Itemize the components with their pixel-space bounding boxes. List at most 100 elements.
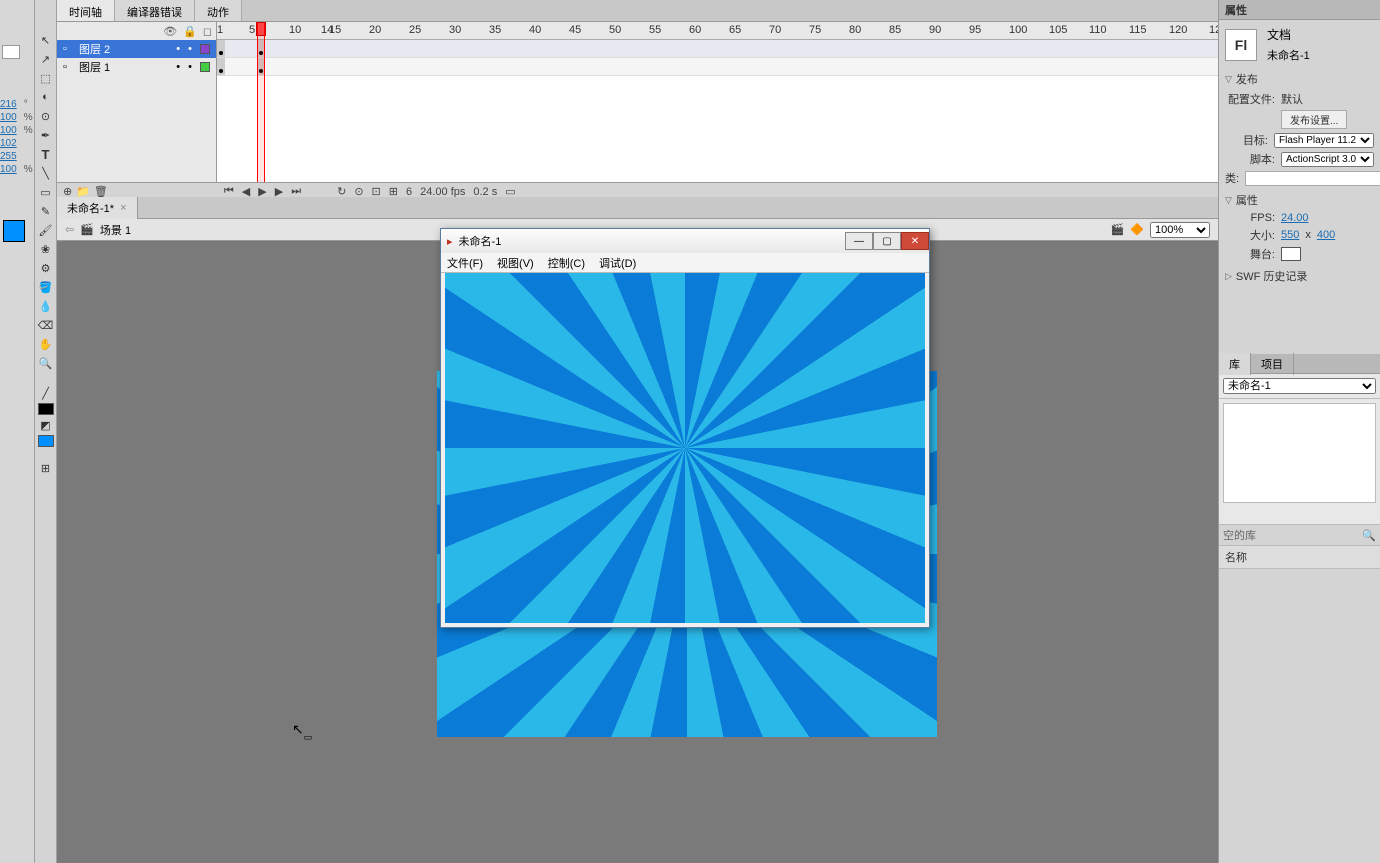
class-input[interactable]	[1245, 171, 1380, 186]
color-readouts: 216 °100 %100 %102 255 100 %	[0, 98, 33, 176]
library-search-row: 空的库 🔍	[1219, 524, 1380, 545]
size-height[interactable]: 400	[1317, 229, 1335, 241]
library-tab[interactable]: 库	[1219, 353, 1251, 375]
target-label: 目标:	[1225, 132, 1268, 148]
preview-menu-item[interactable]: 调试(D)	[599, 255, 636, 271]
scene-icon: 🎬	[80, 223, 94, 236]
back-icon[interactable]: ⇦	[65, 223, 74, 236]
zoom-select[interactable]: 100%	[1150, 222, 1210, 238]
target-select[interactable]: Flash Player 11.2	[1274, 133, 1374, 148]
lock-icon[interactable]: 🔒	[183, 25, 197, 38]
fps-label: FPS:	[1225, 212, 1275, 224]
timeline-tab[interactable]: 编译器错误	[115, 0, 195, 21]
options-icon[interactable]: ⊞	[37, 459, 55, 477]
publish-settings-button[interactable]: 发布设置...	[1281, 110, 1347, 129]
project-tab[interactable]: 项目	[1251, 353, 1294, 375]
right-panels: 属性 Fl 文档 未命名-1 发布 配置文件: 默认 发布设置... 目标: F…	[1218, 0, 1380, 863]
line-tool-icon[interactable]: ╲	[37, 164, 55, 182]
small-dropdown[interactable]	[2, 45, 20, 59]
edit-symbols-icon[interactable]: 🔶	[1130, 223, 1144, 236]
empty-library-label: 空的库	[1223, 527, 1256, 543]
preview-artwork	[445, 273, 925, 623]
script-select[interactable]: ActionScript 3.0	[1281, 152, 1374, 167]
preview-content	[445, 273, 925, 623]
fill-swatch[interactable]	[38, 435, 54, 447]
pencil-tool-icon[interactable]: ✎	[37, 202, 55, 220]
class-label: 类:	[1225, 170, 1239, 186]
size-width[interactable]: 550	[1281, 229, 1299, 241]
maximize-button[interactable]: ▢	[873, 232, 901, 250]
frames-panel[interactable]: 1510152025303540455055606570758085909510…	[217, 22, 1218, 182]
document-tab-label: 未命名-1*	[67, 200, 114, 216]
close-icon[interactable]: ×	[120, 202, 126, 214]
zoom-tool-icon[interactable]: 🔍	[37, 354, 55, 372]
timeline-tab[interactable]: 时间轴	[57, 0, 115, 21]
preview-menu-item[interactable]: 视图(V)	[497, 255, 534, 271]
fill-color-icon[interactable]: ◩	[37, 416, 55, 434]
preview-menu-item[interactable]: 文件(F)	[447, 255, 483, 271]
lasso-tool-icon[interactable]: ⊙	[37, 107, 55, 125]
preview-titlebar[interactable]: ▸ 未命名-1 — ▢ ✕	[441, 229, 929, 253]
bone-tool-icon[interactable]: ⚙	[37, 259, 55, 277]
current-frame: 6	[406, 186, 412, 198]
stage-label: 舞台:	[1225, 246, 1275, 262]
brush-tool-icon[interactable]: 🖌	[37, 221, 55, 239]
pen-tool-icon[interactable]: ✒	[37, 126, 55, 144]
color-swatch-large[interactable]	[3, 220, 25, 242]
search-icon[interactable]: 🔍	[1362, 529, 1376, 542]
flash-player-icon: ▸	[447, 235, 453, 248]
fps-display: 24.00 fps	[420, 186, 465, 198]
deco-tool-icon[interactable]: ❀	[37, 240, 55, 258]
time-display: 0.2 s	[473, 186, 497, 198]
left-info-strip: 216 °100 %100 %102 255 100 %	[0, 0, 35, 863]
document-type-icon: Fl	[1225, 29, 1257, 61]
layer-header: 👁 🔒 ◻	[57, 22, 216, 40]
selection-tool-icon[interactable]: ↖	[37, 31, 55, 49]
properties-panel-header[interactable]: 属性	[1219, 0, 1380, 20]
doc-type-label: 文档	[1267, 26, 1310, 43]
library-document-select[interactable]: 未命名-1	[1223, 378, 1376, 394]
preview-window[interactable]: ▸ 未命名-1 — ▢ ✕ 文件(F) 视图(V) 控制(C) 调试(D)	[440, 228, 930, 628]
close-button[interactable]: ✕	[901, 232, 929, 250]
timeline-panel: 时间轴编译器错误动作 👁 🔒 ◻ ▫图层 2••▫图层 1•• 15101520…	[57, 0, 1218, 197]
properties-section-header[interactable]: 属性	[1225, 192, 1374, 208]
mouse-cursor: ↖▭	[292, 721, 312, 738]
eyedropper-tool-icon[interactable]: 💧	[37, 297, 55, 315]
stroke-swatch[interactable]	[38, 403, 54, 415]
layer-panel: 👁 🔒 ◻ ▫图层 2••▫图层 1••	[57, 22, 217, 182]
stroke-color-icon[interactable]: ╱	[37, 384, 55, 402]
layer-row[interactable]: ▫图层 2••	[57, 40, 216, 58]
frame-ruler[interactable]: 1510152025303540455055606570758085909510…	[217, 22, 1218, 40]
subselection-tool-icon[interactable]: ↗	[37, 50, 55, 68]
fps-value[interactable]: 24.00	[1281, 212, 1309, 224]
script-label: 脚本:	[1225, 151, 1275, 167]
layer-row[interactable]: ▫图层 1••	[57, 58, 216, 76]
3d-rotation-tool-icon[interactable]: ◐	[37, 88, 55, 106]
profile-value: 默认	[1281, 91, 1303, 107]
library-preview	[1223, 403, 1376, 503]
timeline-tab[interactable]: 动作	[195, 0, 242, 21]
scene-name[interactable]: 场景 1	[100, 222, 131, 238]
edit-scene-icon[interactable]: 🎬	[1111, 223, 1125, 236]
timeline-tabs: 时间轴编译器错误动作	[57, 0, 1218, 22]
document-tab[interactable]: 未命名-1* ×	[57, 197, 138, 219]
hand-tool-icon[interactable]: ✋	[37, 335, 55, 353]
library-name-column[interactable]: 名称	[1219, 545, 1380, 569]
stage-color-swatch[interactable]	[1281, 247, 1301, 261]
rectangle-tool-icon[interactable]: ▭	[37, 183, 55, 201]
publish-section-header[interactable]: 发布	[1225, 71, 1374, 87]
doc-name: 未命名-1	[1267, 47, 1310, 63]
profile-label: 配置文件:	[1225, 91, 1275, 107]
library-panel: 未命名-1	[1219, 374, 1380, 524]
eraser-tool-icon[interactable]: ⌫	[37, 316, 55, 334]
preview-menu: 文件(F) 视图(V) 控制(C) 调试(D)	[441, 253, 929, 273]
minimize-button[interactable]: —	[845, 232, 873, 250]
library-panel-tabs: 库 项目	[1219, 354, 1380, 374]
free-transform-tool-icon[interactable]: ⬚	[37, 69, 55, 87]
swf-history-header[interactable]: SWF 历史记录	[1225, 268, 1374, 284]
paint-bucket-tool-icon[interactable]: 🪣	[37, 278, 55, 296]
preview-menu-item[interactable]: 控制(C)	[548, 255, 585, 271]
text-tool-icon[interactable]: T	[37, 145, 55, 163]
visibility-icon[interactable]: 👁	[163, 25, 177, 38]
outline-icon[interactable]: ◻	[203, 25, 212, 38]
